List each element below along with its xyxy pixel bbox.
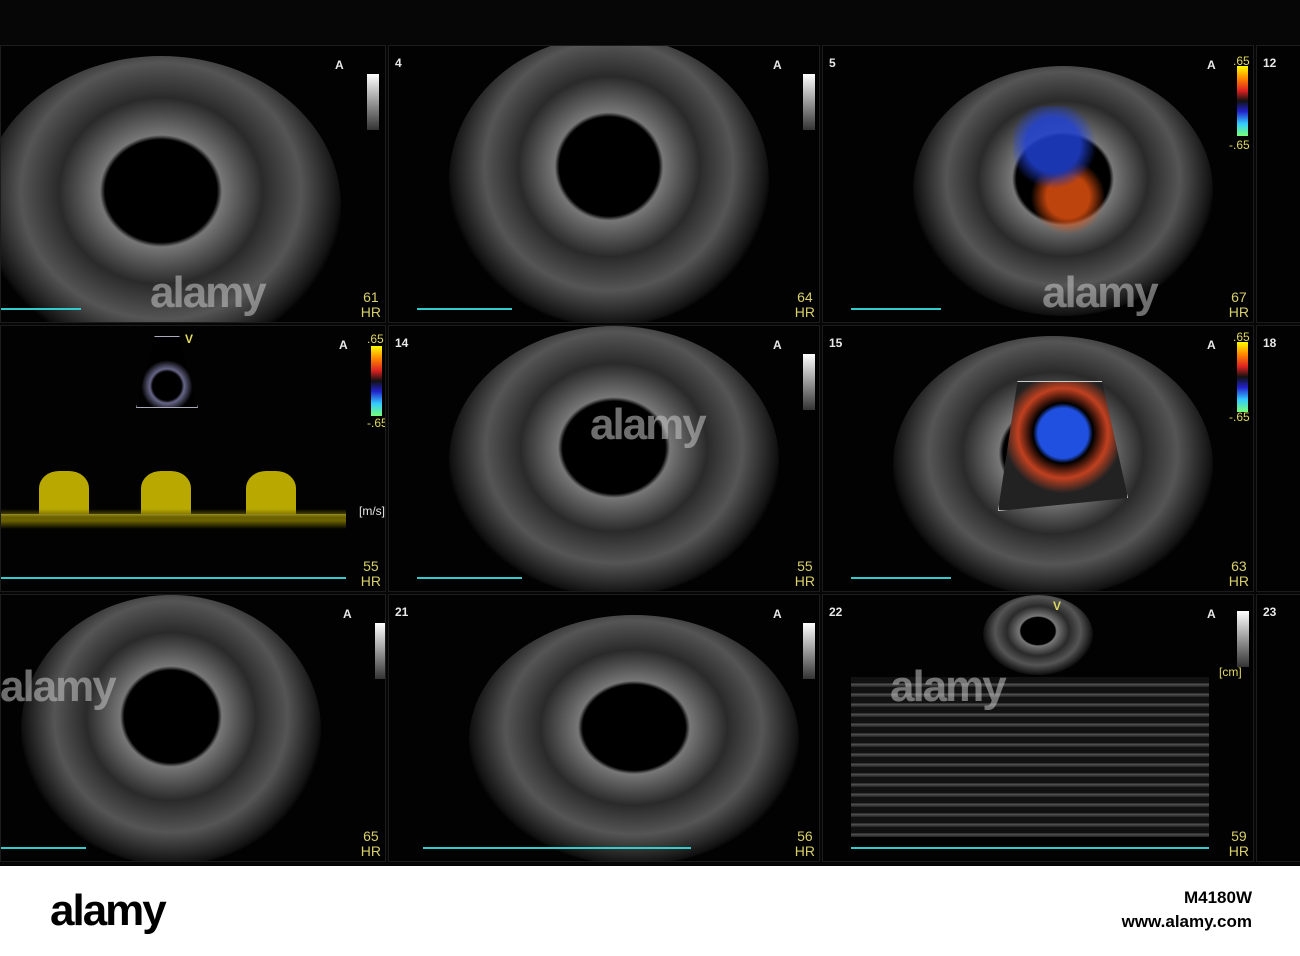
grayscale-bar xyxy=(803,623,815,679)
panel-23-edge[interactable]: 23 xyxy=(1256,594,1300,862)
alamy-logo: alamy xyxy=(50,886,167,935)
panel-18-edge[interactable]: 18 xyxy=(1256,325,1300,592)
heart-rate: 64 HR xyxy=(794,289,815,320)
watermark: alamy xyxy=(0,662,117,711)
heart-rate: 65 HR xyxy=(360,828,381,859)
watermark: alamy xyxy=(1042,268,1159,317)
ultrasound-image xyxy=(21,595,321,861)
grayscale-bar xyxy=(367,74,379,130)
heart-rate: 55 HR xyxy=(360,558,381,589)
panel-12-edge[interactable]: 12 xyxy=(1256,45,1300,323)
scale-max: .65 xyxy=(367,332,384,346)
heart-rate: 56 HR xyxy=(794,828,815,859)
ecg-trace xyxy=(417,308,512,310)
orientation-label: A xyxy=(1207,607,1216,621)
site-url: www.alamy.com xyxy=(1121,912,1252,931)
ultrasound-image xyxy=(449,326,779,591)
grayscale-bar xyxy=(803,74,815,130)
heart-rate: 55 HR xyxy=(794,558,815,589)
mode-label: V xyxy=(185,332,194,346)
heart-rate: 63 HR xyxy=(1228,558,1249,589)
orientation-label: A xyxy=(339,338,348,352)
panel-number: 23 xyxy=(1263,605,1277,619)
panel-number: 21 xyxy=(395,605,409,619)
ecg-trace xyxy=(1,577,346,579)
heart-rate: 67 HR xyxy=(1228,289,1249,320)
scale-min: -.65 xyxy=(367,416,386,430)
ecg-trace xyxy=(1,308,81,310)
scale-min: -.65 xyxy=(1229,410,1250,424)
panel-number: 15 xyxy=(829,336,843,350)
panel-21[interactable]: 21 A 56 HR xyxy=(388,594,820,862)
depth-unit: [cm] xyxy=(1219,665,1242,679)
panel-bottom-left[interactable]: A 65 HR xyxy=(0,594,386,862)
color-scale-bar xyxy=(1237,342,1248,412)
orientation-label: A xyxy=(773,338,782,352)
ecg-trace xyxy=(417,577,522,579)
footer-bar: alamy M4180W www.alamy.com xyxy=(0,866,1300,956)
color-doppler-overlay xyxy=(1013,106,1113,236)
ecg-trace xyxy=(851,308,941,310)
panel-number: 4 xyxy=(395,56,402,70)
color-scale-bar xyxy=(371,346,382,416)
scale-min: -.65 xyxy=(1229,138,1250,152)
ultrasound-screen: A 61 HR 4 A 64 HR 5 A .65 -.65 67 HR 12 V A… xyxy=(0,0,1300,866)
panel-15[interactable]: 15 A .65 -.65 63 HR xyxy=(822,325,1254,592)
velocity-unit: [m/s] xyxy=(359,504,385,518)
orientation-label: A xyxy=(773,58,782,72)
panel-14[interactable]: 14 A 55 HR xyxy=(388,325,820,592)
mode-label: V xyxy=(1053,599,1062,613)
heart-rate: 59 HR xyxy=(1228,828,1249,859)
ultrasound-image xyxy=(449,46,769,322)
orientation-label: A xyxy=(1207,338,1216,352)
panel-5[interactable]: 5 A .65 -.65 67 HR xyxy=(822,45,1254,323)
orientation-label: A xyxy=(1207,58,1216,72)
orientation-label: A xyxy=(335,58,344,72)
ecg-trace xyxy=(851,577,951,579)
panel-number: 22 xyxy=(829,605,843,619)
panel-number: 5 xyxy=(829,56,836,70)
panel-number: 12 xyxy=(1263,56,1277,70)
watermark: alamy xyxy=(890,662,1007,711)
watermark: alamy xyxy=(590,400,707,449)
panel-4[interactable]: 4 A 64 HR xyxy=(388,45,820,323)
grayscale-bar xyxy=(1237,611,1249,667)
doppler-spectrum xyxy=(1,466,346,556)
orientation-label: A xyxy=(343,607,352,621)
color-scale-bar xyxy=(1237,66,1248,136)
ecg-trace xyxy=(1,847,86,849)
orientation-label: A xyxy=(773,607,782,621)
watermark: alamy xyxy=(150,268,267,317)
ultrasound-image xyxy=(469,615,799,861)
ecg-trace xyxy=(423,847,691,849)
image-id: M4180W xyxy=(1183,888,1252,907)
panel-22[interactable]: 22 V A [cm] 59 HR xyxy=(822,594,1254,862)
doppler-sector-thumbnail xyxy=(136,336,198,408)
panel-number: 18 xyxy=(1263,336,1277,350)
panel-number: 14 xyxy=(395,336,409,350)
heart-rate: 61 HR xyxy=(360,289,381,320)
grayscale-bar xyxy=(375,623,385,679)
grayscale-bar xyxy=(803,354,815,410)
panel-doppler[interactable]: V A .65 -.65 [m/s] 55 HR xyxy=(0,325,386,592)
ecg-trace xyxy=(851,847,1209,849)
